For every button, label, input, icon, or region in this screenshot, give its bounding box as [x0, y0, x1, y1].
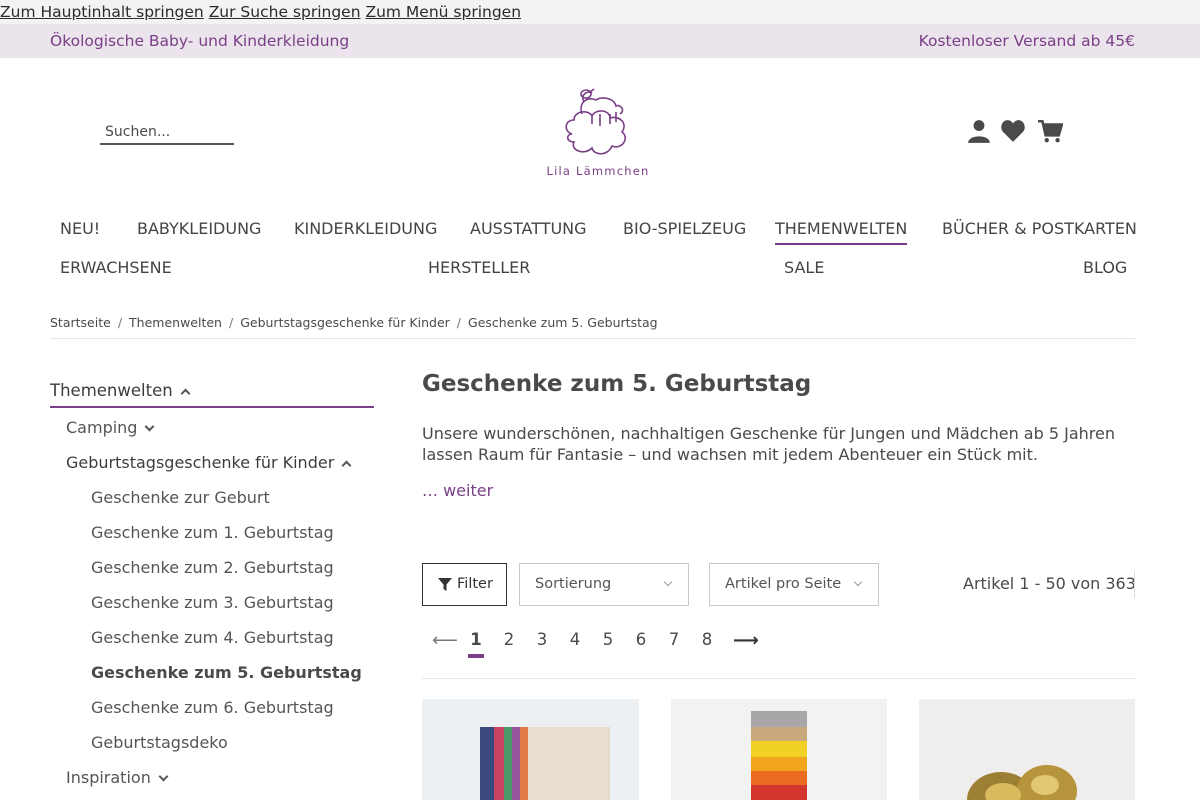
lamb-cloud-icon: [565, 88, 627, 155]
category-description: Unsere wunderschönen, nachhaltigen Gesch…: [422, 424, 1115, 464]
product-image: [919, 699, 1135, 800]
product-image: [671, 699, 887, 800]
product-card[interactable]: [919, 699, 1135, 800]
skip-to-search-link[interactable]: Zur Suche springen: [209, 3, 361, 21]
search-input[interactable]: Suchen...: [100, 122, 234, 145]
page-link[interactable]: 3: [532, 630, 552, 649]
next-page-arrow-icon[interactable]: ⟶: [733, 630, 759, 651]
sidebar-item-6-geburtstag[interactable]: Geschenke zum 6. Geburtstag: [91, 698, 334, 717]
divider: [1134, 571, 1135, 598]
product-image: [422, 699, 639, 800]
nav-item-ausstattung[interactable]: AUSSTATTUNG: [470, 219, 587, 238]
nav-item-babykleidung[interactable]: BABYKLEIDUNG: [137, 219, 261, 238]
prev-page-arrow-icon[interactable]: ⟵: [432, 630, 458, 651]
page-link-current[interactable]: 1: [466, 630, 486, 649]
product-card[interactable]: [422, 699, 639, 800]
chevron-up-icon: [180, 388, 191, 399]
skip-to-menu-link[interactable]: Zum Menü springen: [365, 3, 521, 21]
sidebar-item-geburtstagsdeko[interactable]: Geburtstagsdeko: [91, 733, 228, 752]
divider: [422, 678, 1135, 679]
filter-button[interactable]: Filter: [422, 563, 507, 606]
per-page-select-label: Artikel pro Seite: [725, 576, 842, 592]
chevron-down-icon: [145, 421, 155, 432]
top-info-bar: Ökologische Baby- und Kinderkleidung Kos…: [0, 24, 1200, 58]
chevron-down-icon: [663, 577, 673, 587]
sidebar-item-3-geburtstag[interactable]: Geschenke zum 3. Geburtstag: [91, 593, 334, 612]
nav-item-erwachsene[interactable]: ERWACHSENE: [60, 258, 172, 277]
sidebar-item-1-geburtstag[interactable]: Geschenke zum 1. Geburtstag: [91, 523, 334, 542]
account-icon[interactable]: [966, 118, 992, 144]
breadcrumb-item-current: Geschenke zum 5. Geburtstag: [468, 315, 658, 330]
chevron-up-icon: [341, 460, 352, 471]
sidebar-item-geburt[interactable]: Geschenke zur Geburt: [91, 488, 270, 507]
sidebar-item-label: Geburtstagsgeschenke für Kinder: [66, 453, 335, 472]
nav-item-buecher-postkarten[interactable]: BÜCHER & POSTKARTEN: [942, 219, 1137, 238]
page-link[interactable]: 7: [664, 630, 684, 649]
sidebar-item-geburtstagsgeschenke[interactable]: Geburtstagsgeschenke für Kinder: [66, 453, 352, 472]
topbar-shipping-info: Kostenloser Versand ab 45€: [918, 32, 1135, 50]
nav-item-hersteller[interactable]: HERSTELLER: [428, 258, 530, 277]
divider: [50, 338, 1135, 339]
nav-item-bio-spielzeug[interactable]: BIO-SPIELZEUG: [623, 219, 746, 238]
sidebar-title-label: Themenwelten: [50, 381, 173, 400]
sidebar-item-4-geburtstag[interactable]: Geschenke zum 4. Geburtstag: [91, 628, 334, 647]
article-count: Artikel 1 - 50 von 363: [963, 574, 1136, 593]
sidebar-title-underline: [50, 406, 374, 408]
current-page-indicator: [468, 654, 484, 658]
sidebar-item-inspiration[interactable]: Inspiration: [66, 768, 169, 787]
chevron-down-icon: [853, 577, 863, 587]
page-link[interactable]: 5: [598, 630, 618, 649]
sidebar-item-2-geburtstag[interactable]: Geschenke zum 2. Geburtstag: [91, 558, 334, 577]
filter-funnel-icon: [438, 578, 452, 591]
sidebar-item-label: Camping: [66, 418, 138, 437]
skip-links: Zum Hauptinhalt springen Zur Suche sprin…: [0, 0, 1200, 24]
cart-icon[interactable]: [1037, 118, 1063, 144]
page-link[interactable]: 2: [499, 630, 519, 649]
filter-button-label: Filter: [457, 576, 493, 592]
nav-item-themenwelten[interactable]: THEMENWELTEN: [775, 219, 908, 245]
topbar-tagline: Ökologische Baby- und Kinderkleidung: [50, 32, 350, 50]
chevron-down-icon: [158, 771, 169, 782]
read-more-link[interactable]: … weiter: [422, 481, 493, 500]
sidebar-title[interactable]: Themenwelten: [50, 381, 191, 400]
breadcrumb-item[interactable]: Startseite: [50, 315, 111, 330]
nav-item-sale[interactable]: SALE: [784, 258, 824, 277]
logo[interactable]: Lila Lämmchen: [540, 84, 656, 184]
sort-select-label: Sortierung: [535, 576, 612, 592]
page-link[interactable]: 4: [565, 630, 585, 649]
nav-item-kinderkleidung[interactable]: KINDERKLEIDUNG: [294, 219, 437, 238]
sort-select[interactable]: Sortierung: [519, 563, 689, 606]
nav-item-neu[interactable]: NEU!: [60, 219, 100, 238]
product-card[interactable]: [671, 699, 887, 800]
breadcrumb: Startseite / Themenwelten / Geburtstagsgesch…: [50, 315, 658, 330]
breadcrumb-item[interactable]: Themenwelten: [129, 315, 222, 330]
skip-to-main-link[interactable]: Zum Hauptinhalt springen: [0, 3, 204, 21]
sidebar-item-5-geburtstag-active[interactable]: Geschenke zum 5. Geburtstag: [91, 663, 362, 682]
page-title: Geschenke zum 5. Geburtstag: [422, 371, 812, 397]
wishlist-heart-icon[interactable]: [1000, 118, 1026, 144]
page-link[interactable]: 6: [631, 630, 651, 649]
logo-text: Lila Lämmchen: [546, 164, 650, 178]
sidebar-item-camping[interactable]: Camping: [66, 418, 155, 437]
nav-item-blog[interactable]: BLOG: [1083, 258, 1127, 277]
breadcrumb-item[interactable]: Geburtstagsgeschenke für Kinder: [240, 315, 450, 330]
page-link[interactable]: 8: [697, 630, 717, 649]
per-page-select[interactable]: Artikel pro Seite: [709, 563, 879, 606]
sidebar-item-label: Inspiration: [66, 768, 151, 787]
